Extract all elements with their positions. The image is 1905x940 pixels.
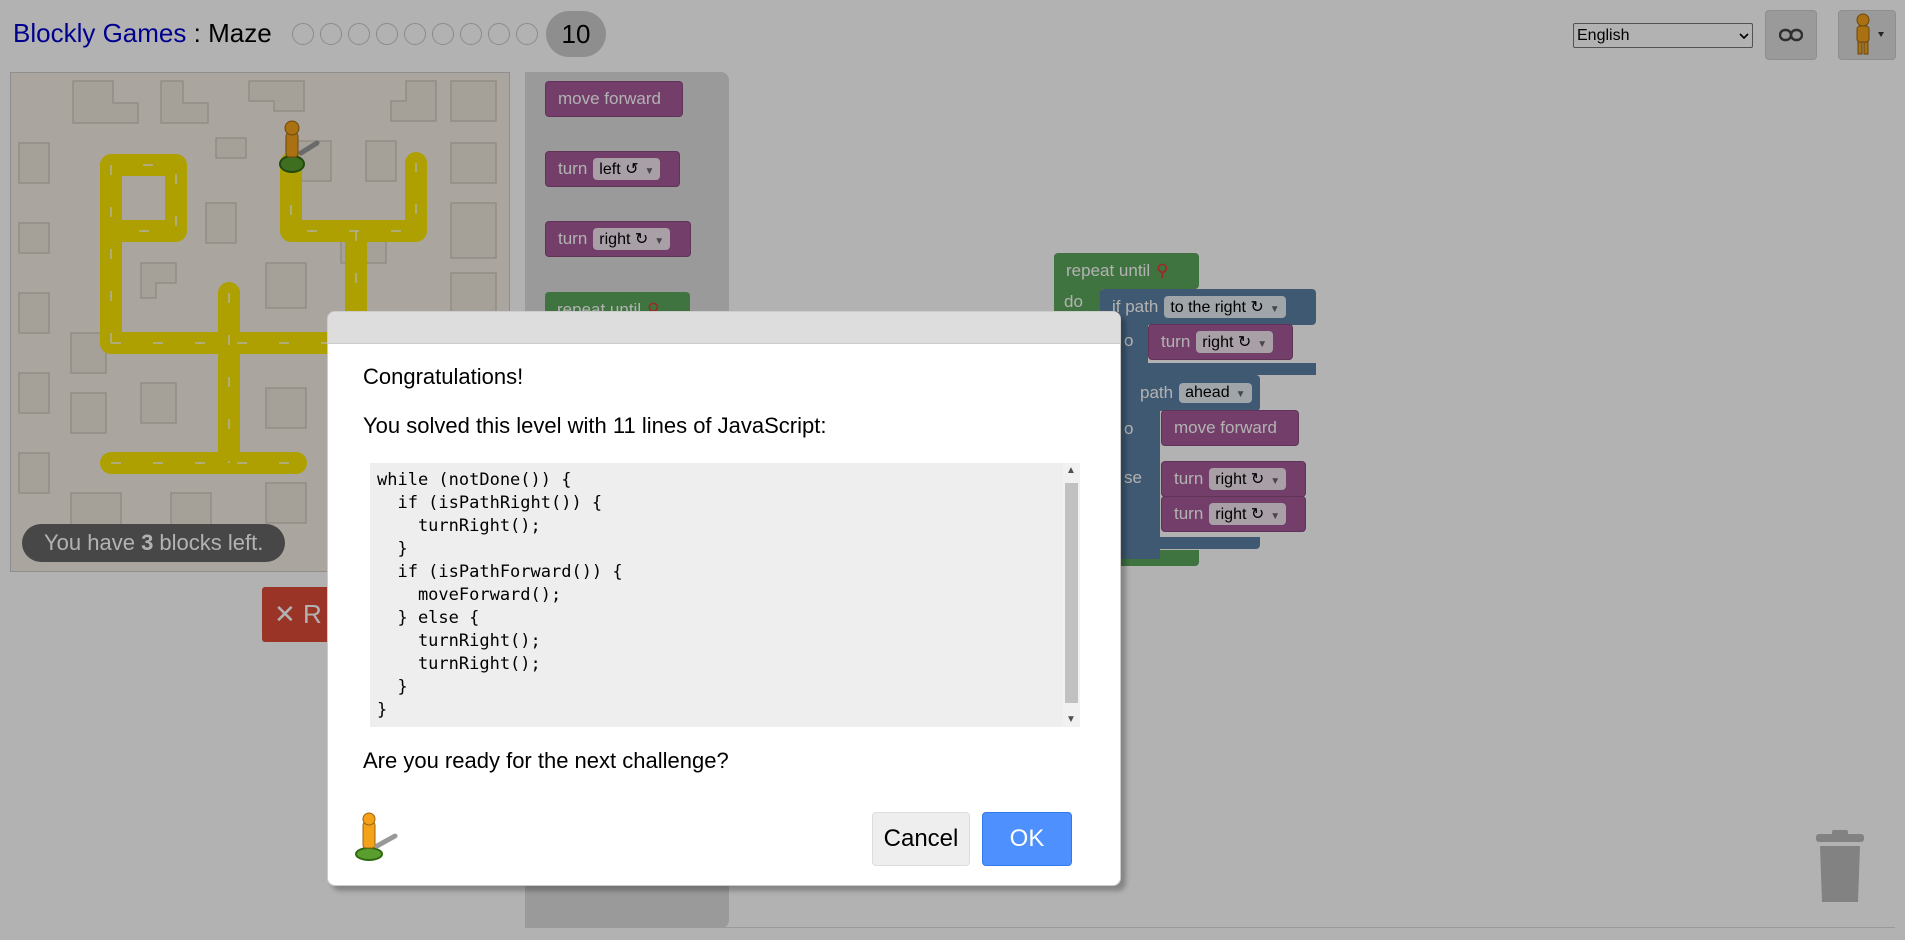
dialog-header[interactable] bbox=[328, 312, 1120, 344]
code-scrollbar[interactable]: ▲ ▼ bbox=[1063, 463, 1080, 727]
dialog-question: Are you ready for the next challenge? bbox=[363, 748, 729, 773]
code-line: turnRight(); bbox=[377, 654, 541, 674]
dialog-solved-text: You solved this level with 11 lines of J… bbox=[363, 413, 827, 438]
scroll-up-icon[interactable]: ▲ bbox=[1066, 465, 1076, 476]
code-line: turnRight(); bbox=[377, 631, 541, 651]
scroll-thumb[interactable] bbox=[1065, 483, 1078, 703]
code-text: while (notDone()) { if (isPathRight()) {… bbox=[377, 469, 623, 722]
pegman-icon bbox=[353, 812, 399, 867]
code-line: } bbox=[377, 700, 388, 720]
dialog-title: Congratulations! bbox=[363, 364, 524, 389]
code-line: } else { bbox=[377, 608, 480, 628]
code-display[interactable]: while (notDone()) { if (isPathRight()) {… bbox=[370, 463, 1080, 727]
cancel-button[interactable]: Cancel bbox=[872, 812, 970, 866]
scroll-down-icon[interactable]: ▼ bbox=[1066, 714, 1076, 725]
code-line: } bbox=[377, 539, 408, 559]
code-line: moveForward(); bbox=[377, 585, 562, 605]
code-line: if (isPathForward()) { bbox=[377, 562, 623, 582]
code-line: } bbox=[377, 677, 408, 697]
code-line: while (notDone()) { bbox=[377, 470, 572, 490]
ok-button[interactable]: OK bbox=[982, 812, 1072, 866]
code-line: turnRight(); bbox=[377, 516, 541, 536]
code-line: if (isPathRight()) { bbox=[377, 493, 603, 513]
congratulations-dialog: Congratulations! You solved this level w… bbox=[327, 311, 1121, 886]
